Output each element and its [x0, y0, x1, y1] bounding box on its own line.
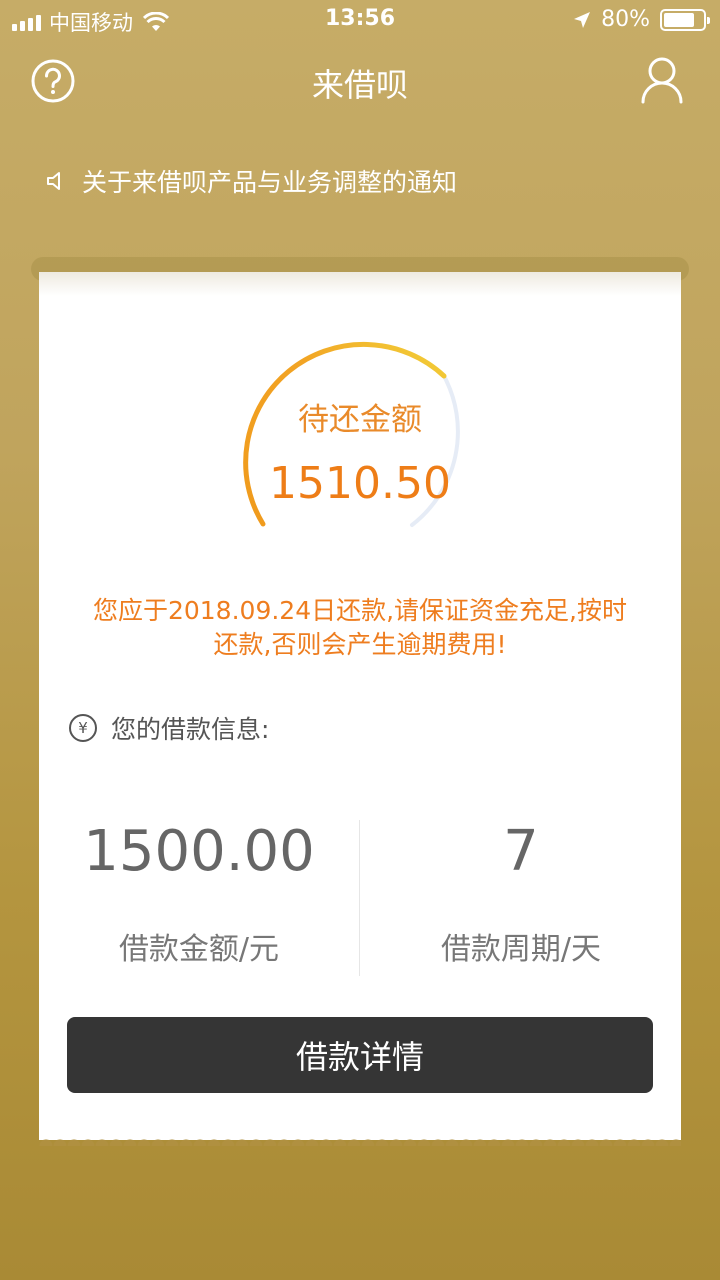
- status-right: 80%: [573, 7, 710, 32]
- loan-detail-button[interactable]: 借款详情: [67, 1017, 653, 1093]
- notice-bar[interactable]: 关于来借呗产品与业务调整的通知: [44, 163, 457, 199]
- stat-divider: [359, 820, 360, 976]
- status-bar: 中国移动 13:56 80%: [0, 0, 720, 40]
- page-title: 来借呗: [311, 66, 408, 104]
- card-top-shade: [39, 272, 681, 296]
- battery-percent: 80%: [601, 7, 650, 32]
- warning-line-1: 您应于2018.09.24日还款,请保证资金充足,按时: [92, 596, 628, 625]
- battery-icon: [660, 8, 710, 31]
- loan-period-label: 借款周期/天: [440, 932, 602, 967]
- user-icon: [641, 57, 683, 104]
- loan-period-stat: 7 借款周期/天: [361, 820, 681, 968]
- card-scallop-edge: [39, 1132, 681, 1146]
- yen-icon: ¥: [69, 714, 97, 742]
- loan-amount-value: 1500.00: [83, 819, 315, 884]
- loan-period-value: 7: [503, 819, 539, 884]
- user-button[interactable]: [640, 56, 684, 104]
- warning-line-2: 还款,否则会产生逾期费用!: [213, 630, 507, 659]
- repayment-warning: 您应于2018.09.24日还款,请保证资金充足,按时 还款,否则会产生逾期费用…: [69, 594, 651, 662]
- loan-amount-stat: 1500.00 借款金额/元: [39, 820, 359, 968]
- due-amount-value: 1510.50: [269, 458, 451, 509]
- loan-info-title: 您的借款信息:: [111, 715, 270, 744]
- speaker-icon: [47, 172, 60, 190]
- notice-text: 关于来借呗产品与业务调整的通知: [82, 168, 458, 197]
- loan-info-heading: ¥ 您的借款信息:: [69, 710, 269, 746]
- loan-card: 待还金额 1510.50 您应于2018.09.24日还款,请保证资金充足,按时…: [39, 272, 681, 1146]
- location-arrow-icon: [574, 11, 591, 28]
- due-amount-label: 待还金额: [298, 402, 422, 438]
- nav-bar: 来借呗: [0, 48, 720, 114]
- loan-amount-label: 借款金额/元: [118, 932, 280, 967]
